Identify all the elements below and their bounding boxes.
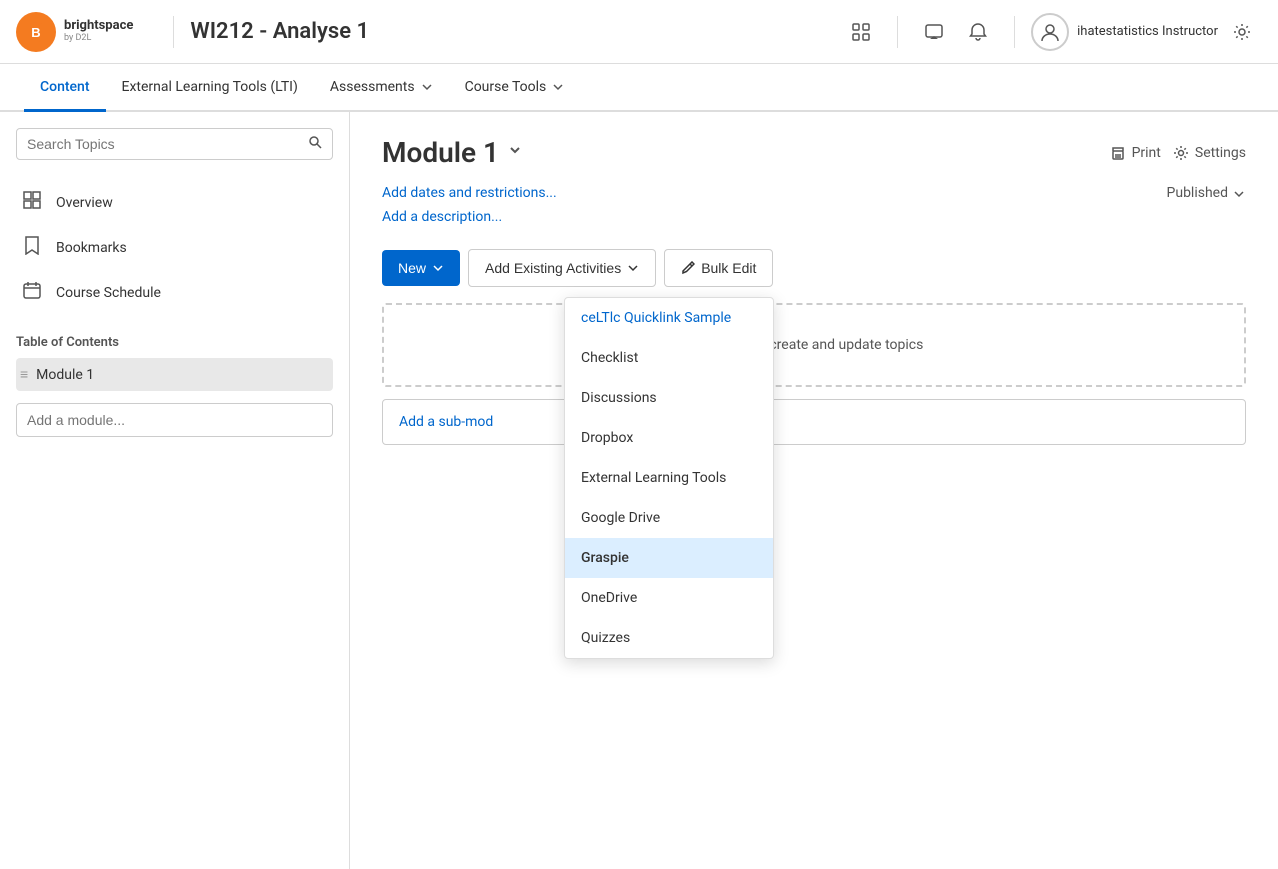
add-dates-link[interactable]: Add dates and restrictions... [382,185,557,201]
overview-label: Overview [56,195,113,211]
logo[interactable]: B brightspace by D2L [16,12,133,52]
toc-title: Table of Contents [16,335,333,350]
overview-icon [20,190,44,215]
search-input[interactable] [27,136,308,152]
dropdown-item-dropbox[interactable]: Dropbox [565,418,773,458]
module-title-chevron[interactable] [507,142,523,163]
add-sub-module-input[interactable]: Add a sub-mod [382,399,1246,445]
print-button[interactable]: Print [1110,145,1161,161]
user-menu[interactable]: ihatestatistics Instructor [1031,13,1218,51]
dropdown-item-graspie[interactable]: Graspie [565,538,773,578]
module-title-text: Module 1 [382,136,499,169]
bulk-edit-label: Bulk Edit [701,260,756,276]
svg-text:B: B [31,25,40,40]
grid-icon[interactable] [841,12,881,52]
avatar [1031,13,1069,51]
add-existing-button[interactable]: Add Existing Activities [468,249,656,287]
user-name: ihatestatistics Instructor [1077,24,1218,39]
module-title: Module 1 [382,136,523,169]
icon-divider-2 [1014,16,1015,48]
drag-handle-icon: ≡ [20,366,28,383]
nav-item-assessments[interactable]: Assessments [314,64,449,112]
bell-icon[interactable] [958,12,998,52]
published-label: Published [1167,185,1228,201]
new-label: New [398,260,426,276]
dropdown-item-quizzes[interactable]: Quizzes [565,618,773,658]
search-box[interactable] [16,128,333,160]
settings-gear-icon[interactable] [1222,12,1262,52]
dashed-drop-area: es here to create and update topics [382,303,1246,387]
published-badge[interactable]: Published [1167,185,1246,201]
nav-item-content[interactable]: Content [24,64,106,112]
main-layout: Overview Bookmarks Course Schedule Ta [0,112,1278,869]
page-title: WI212 - Analyse 1 [190,19,841,44]
header-actions: Print Settings [1110,145,1246,161]
icon-divider-1 [897,16,898,48]
secondary-nav: Content External Learning Tools (LTI) As… [0,64,1278,112]
sidebar-item-bookmarks[interactable]: Bookmarks [16,225,333,270]
new-button[interactable]: New [382,250,460,286]
dropdown-item-onedrive[interactable]: OneDrive [565,578,773,618]
sidebar-item-overview[interactable]: Overview [16,180,333,225]
sidebar-item-schedule[interactable]: Course Schedule [16,270,333,315]
logo-text: brightspace by D2L [64,19,133,43]
dropdown-item-celtlc[interactable]: ceLTlc Quicklink Sample [565,298,773,338]
dropdown-item-external-tools[interactable]: External Learning Tools [565,458,773,498]
calendar-icon [20,280,44,305]
add-existing-label: Add Existing Activities [485,260,621,276]
content-header: Module 1 Print [382,136,1246,169]
bulk-edit-button[interactable]: Bulk Edit [664,249,773,287]
settings-button[interactable]: Settings [1173,145,1246,161]
nav-item-lti[interactable]: External Learning Tools (LTI) [106,64,314,112]
search-icon [308,135,322,153]
top-bar: B brightspace by D2L WI212 - Analyse 1 [0,0,1278,64]
top-bar-icons: ihatestatistics Instructor [841,12,1262,52]
dropdown-item-discussions[interactable]: Discussions [565,378,773,418]
add-existing-dropdown: ceLTlc Quicklink Sample Checklist Discus… [564,297,774,659]
content-area: Module 1 Print [350,112,1278,869]
bookmarks-label: Bookmarks [56,240,127,256]
schedule-label: Course Schedule [56,285,161,301]
module-1-item[interactable]: ≡ Module 1 [16,358,333,391]
toolbar: New Add Existing Activities Bulk Edit [382,249,1246,287]
title-divider [173,16,174,48]
chat-icon[interactable] [914,12,954,52]
logo-icon: B [16,12,56,52]
print-label: Print [1132,145,1161,161]
add-module-input[interactable] [16,403,333,437]
dropdown-item-checklist[interactable]: Checklist [565,338,773,378]
bookmark-icon [20,235,44,260]
add-description-link[interactable]: Add a description... [382,209,557,225]
add-sub-module-label: Add a sub-mod [399,414,493,430]
dropdown-item-google-drive[interactable]: Google Drive [565,498,773,538]
nav-item-course-tools[interactable]: Course Tools [449,64,581,112]
module-1-label: Module 1 [36,367,94,383]
sidebar: Overview Bookmarks Course Schedule Ta [0,112,350,869]
settings-label: Settings [1195,145,1246,161]
